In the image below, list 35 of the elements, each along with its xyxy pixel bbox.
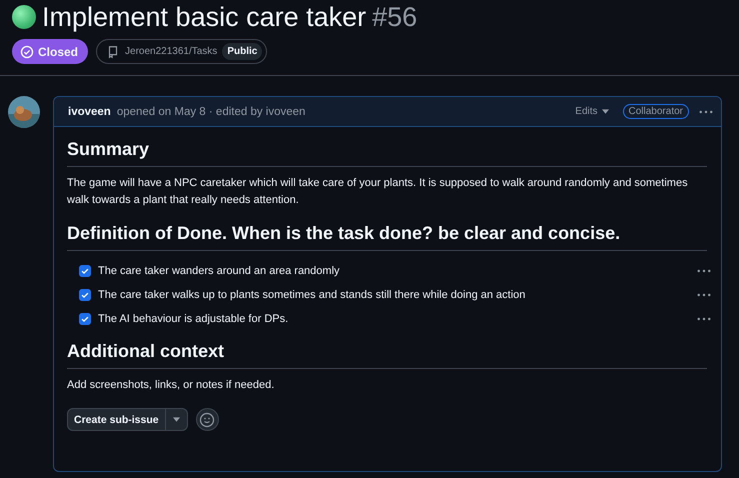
reaction-button[interactable] (196, 408, 219, 431)
issue-number: #56 (372, 2, 418, 32)
task-text: The care taker walks up to plants sometimes and stands still there while doing an action (98, 289, 526, 301)
section-heading: Additional context (67, 341, 707, 369)
check-icon (80, 290, 90, 300)
task-text: The AI behaviour is adjustable for DPs. (98, 313, 290, 325)
paragraph: Add screenshots, links, or notes if needed. (67, 378, 276, 393)
caret-icon (172, 417, 180, 422)
state-label: Closed (38, 44, 78, 58)
check-icon (80, 266, 90, 276)
paragraph: The game will have a NPC caretaker which will take care of your plants. It is supposed to walk around randomly and sometimes walk towards a plant that really needs attention. (67, 176, 689, 208)
task-checkbox[interactable] (79, 265, 91, 277)
issue-title: Implement basic care taker (42, 2, 366, 32)
more-icon[interactable] (697, 293, 711, 297)
repo-link[interactable]: Jeroen221361/Tasks (125, 46, 218, 57)
section-heading: Definition of Done. When is the task done? be clear and concise. (67, 223, 707, 251)
visibility-label: Public (222, 43, 262, 60)
more-icon[interactable] (697, 269, 711, 273)
task-text: The care taker wanders around an area randomly (98, 265, 341, 277)
caret-icon (602, 109, 609, 114)
edits-dropdown[interactable]: Edits (575, 106, 609, 117)
check-icon (80, 314, 90, 324)
role-badge: Collaborator (622, 104, 689, 119)
dropdown-button[interactable] (166, 408, 188, 431)
author-name[interactable]: ivoveen (68, 106, 111, 118)
section-heading: Summary (67, 139, 707, 167)
comment-meta: opened on May 8 · edited by ivoveen (116, 106, 306, 118)
task-checkbox[interactable] (79, 289, 91, 301)
avatar-icon (8, 96, 40, 128)
create-sub-issue-button[interactable]: Create sub-issue (67, 408, 166, 431)
more-icon[interactable] (699, 110, 713, 114)
more-icon[interactable] (697, 317, 711, 321)
check-circle-icon (20, 44, 34, 58)
status-orb-icon (12, 5, 36, 29)
task-checkbox[interactable] (79, 313, 91, 325)
